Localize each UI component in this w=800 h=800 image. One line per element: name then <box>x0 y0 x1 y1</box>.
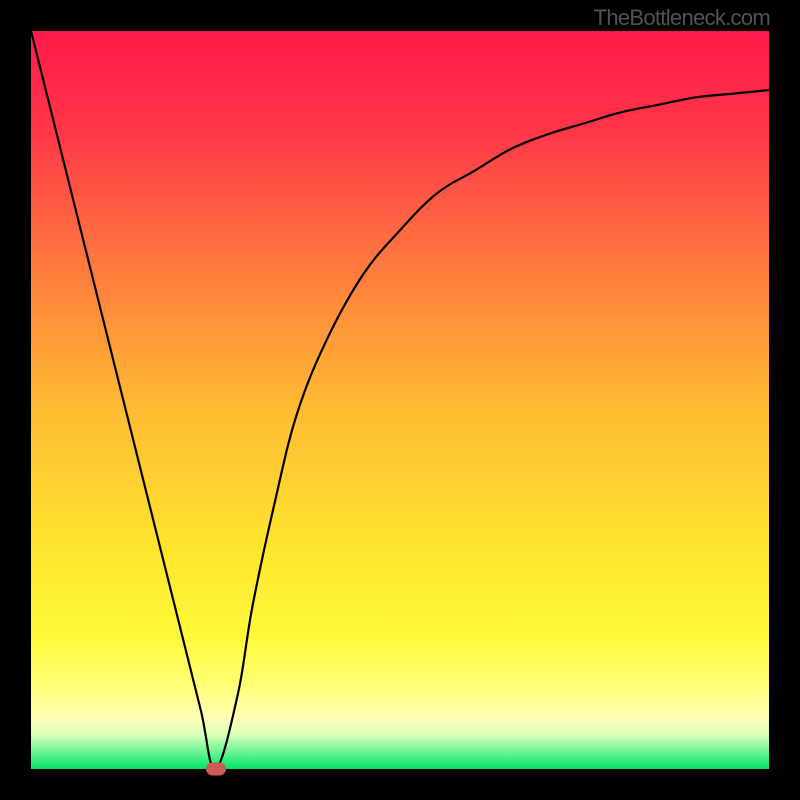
optimum-marker <box>206 763 226 776</box>
chart-container: TheBottleneck.com <box>0 0 800 800</box>
attribution-text: TheBottleneck.com <box>594 5 770 31</box>
plot-area <box>31 31 769 769</box>
bottleneck-curve <box>31 31 769 769</box>
